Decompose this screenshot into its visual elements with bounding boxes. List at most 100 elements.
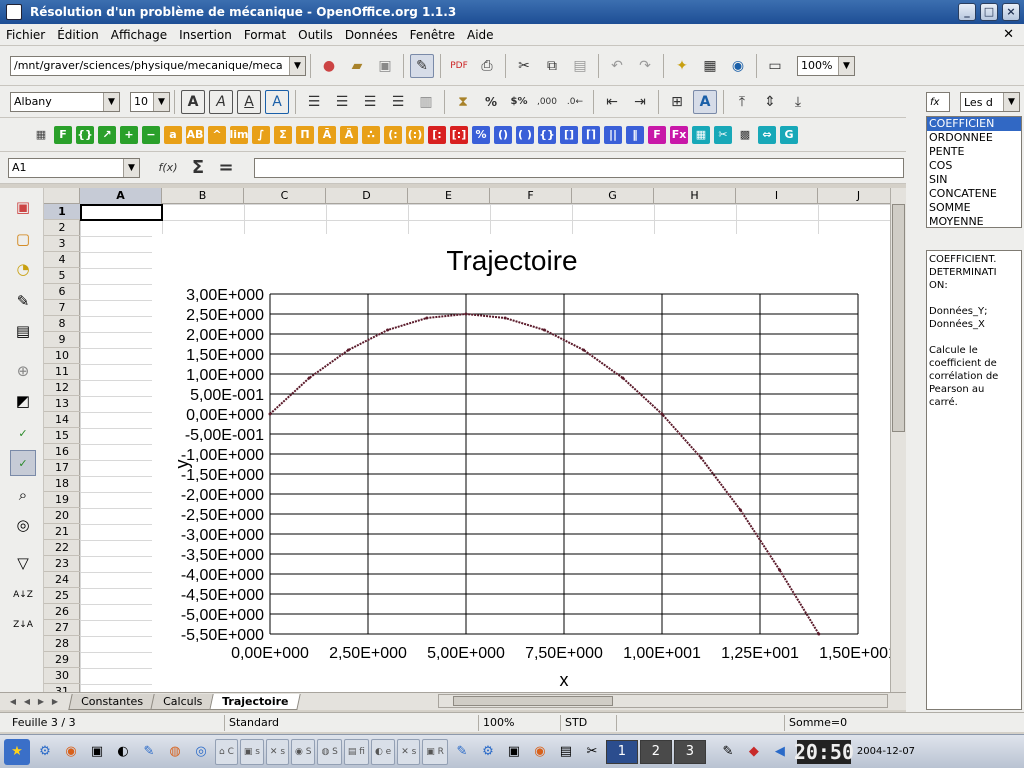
arrow-icon[interactable]: ↗ [98, 125, 116, 144]
start-menu-icon[interactable]: ★ [4, 738, 30, 765]
redo-icon[interactable]: ↷ [633, 54, 657, 78]
row-header[interactable]: 3 [44, 236, 80, 252]
minus-icon[interactable]: − [142, 125, 160, 144]
row-header[interactable]: 25 [44, 588, 80, 604]
bracket-c-icon[interactable]: (: [384, 125, 402, 144]
bracket-h-icon[interactable]: () [494, 125, 512, 144]
row-header[interactable]: 17 [44, 460, 80, 476]
save-icon[interactable]: ▣ [373, 54, 397, 78]
last-sheet-icon[interactable]: ▶ [48, 695, 62, 709]
data-sources-icon[interactable]: ▭ [763, 54, 787, 78]
function-f-icon[interactable]: F [54, 125, 72, 144]
minimize-button[interactable]: _ [958, 3, 976, 21]
list-item[interactable]: COEFFICIEN [927, 117, 1021, 131]
desktop-1[interactable]: 1 [605, 739, 638, 764]
menu-insertion[interactable]: Insertion [173, 28, 238, 42]
active-cell-cursor[interactable] [80, 204, 163, 221]
menu-format[interactable]: Format [238, 28, 292, 42]
equals-button[interactable]: = [214, 156, 238, 180]
decrease-indent-icon[interactable]: ⇤ [600, 90, 624, 114]
bracket-m-icon[interactable]: || [604, 125, 622, 144]
column-header[interactable]: G [572, 188, 654, 204]
row-header[interactable]: 1 [44, 204, 80, 220]
page-style[interactable]: Standard [224, 715, 474, 731]
mail-icon[interactable]: ◎ [190, 741, 212, 763]
align-bottom-icon[interactable]: ⤓ [786, 90, 810, 114]
menu-fenetre[interactable]: Fenêtre [404, 28, 461, 42]
list-item[interactable]: MOYENNE [927, 215, 1021, 227]
merge-cells-icon[interactable]: ▥ [414, 90, 438, 114]
insert-object-icon[interactable]: ◔ [10, 256, 36, 282]
panel-splitter[interactable] [906, 86, 924, 712]
list-item[interactable]: SIN [927, 173, 1021, 187]
function-category-combo[interactable]: Les d ▼ [960, 92, 1020, 112]
firefox-icon[interactable]: ◉ [60, 741, 82, 763]
desktop-3[interactable]: 3 [673, 739, 706, 764]
row-header[interactable]: 27 [44, 620, 80, 636]
bracket-k-icon[interactable]: [] [560, 125, 578, 144]
corner-cell[interactable] [44, 188, 80, 204]
chevron-down-icon[interactable]: ▼ [838, 56, 854, 75]
column-header[interactable]: F [490, 188, 572, 204]
name-box[interactable]: A1 ▼ [8, 157, 140, 178]
percent-format-icon[interactable]: % [479, 90, 503, 114]
row-header[interactable]: 11 [44, 364, 80, 380]
next-sheet-icon[interactable]: ▶ [34, 695, 48, 709]
function-wizard-icon[interactable]: f(x) [154, 156, 182, 180]
borders-icon[interactable]: ⊞ [665, 90, 689, 114]
task-window-1[interactable]: ⌂ C [215, 738, 238, 765]
menu-edition[interactable]: Édition [51, 28, 105, 42]
tray-game-icon[interactable]: ◆ [743, 741, 765, 763]
bracket-l-icon[interactable]: ⌈⌉ [582, 125, 600, 144]
font-name-combo[interactable]: Albany ▼ [10, 91, 120, 112]
sheet-tab[interactable]: Calculs [150, 693, 215, 710]
list-item[interactable]: SOMME [927, 201, 1021, 215]
task-window-3[interactable]: ✕ s [265, 738, 290, 765]
row-header[interactable]: 10 [44, 348, 80, 364]
center-vertically-icon[interactable]: ⇕ [758, 90, 782, 114]
horizontal-scrollbar[interactable] [438, 694, 888, 708]
highlight-icon[interactable]: A [693, 89, 717, 114]
sum-button[interactable]: Σ [186, 156, 210, 180]
align-center-icon[interactable]: ☰ [330, 90, 354, 114]
row-header[interactable]: 19 [44, 492, 80, 508]
sort-descending-icon[interactable]: Z↓A [10, 612, 36, 638]
volume-icon[interactable]: ◀ [769, 741, 791, 763]
form-controls-icon[interactable]: ▤ [10, 318, 36, 344]
plus-icon[interactable]: + [120, 125, 138, 144]
row-header[interactable]: 14 [44, 412, 80, 428]
accent-a-icon[interactable]: Ā [318, 125, 336, 144]
operator-ab-icon[interactable]: AB [186, 125, 204, 144]
bold-icon[interactable]: A [181, 89, 205, 114]
column-header[interactable]: B [162, 188, 244, 204]
italic-icon[interactable]: A [209, 89, 233, 114]
desktop-2[interactable]: 2 [639, 739, 672, 764]
list-item[interactable]: COS [927, 159, 1021, 173]
spellcheck-icon[interactable]: ✓ [10, 420, 36, 446]
task-window-5[interactable]: ◍ S [317, 738, 342, 765]
zoom-in-icon[interactable]: ⊕ [10, 358, 36, 384]
font-size-combo[interactable]: 10 ▼ [130, 91, 170, 112]
stylist-icon[interactable]: ▦ [698, 54, 722, 78]
editor-icon[interactable]: ✎ [138, 741, 160, 763]
row-header[interactable]: 28 [44, 636, 80, 652]
fill-icon[interactable]: ◩ [10, 388, 36, 414]
row-header[interactable]: 7 [44, 300, 80, 316]
compass-icon[interactable]: ◐ [112, 741, 134, 763]
bracket-f-icon[interactable]: [:] [450, 125, 468, 144]
task-window-9[interactable]: ▣ R [422, 738, 448, 765]
align-left-icon[interactable]: ☰ [302, 90, 326, 114]
vertical-scrollbar[interactable] [890, 188, 906, 692]
row-header[interactable]: 31 [44, 684, 80, 692]
close-document-icon[interactable]: ✕ [1003, 27, 1014, 42]
table-icon[interactable]: ▦ [32, 126, 50, 144]
underline-icon[interactable]: A [237, 89, 261, 114]
justify-icon[interactable]: ☰ [386, 90, 410, 114]
terminal-icon[interactable]: ▣ [86, 741, 108, 763]
edit-mode-icon[interactable]: ✎ [410, 53, 434, 78]
column-header[interactable]: D [326, 188, 408, 204]
row-header[interactable]: 29 [44, 652, 80, 668]
find-icon[interactable]: ⌕ [10, 482, 36, 508]
undo-icon[interactable]: ↶ [605, 54, 629, 78]
editor-icon[interactable]: ✎ [451, 741, 473, 763]
